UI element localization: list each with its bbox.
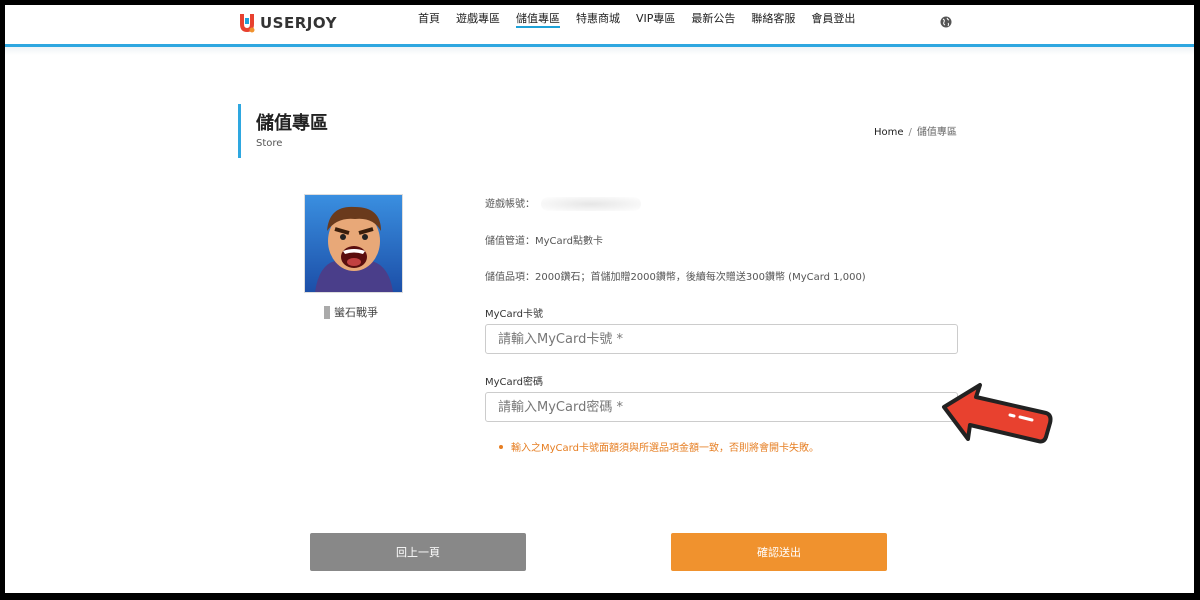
notice-message: 輸入之MyCard卡號面額須與所選品項金額一致，否則將會開卡失敗。 [499, 439, 819, 454]
back-button[interactable]: 回上一頁 [310, 533, 526, 571]
title-accent-bar [238, 104, 241, 158]
breadcrumb-current: 儲值專區 [916, 127, 957, 138]
notice-bullet [499, 444, 503, 449]
nav-support[interactable]: 聯絡客服 [743, 5, 803, 45]
nav-home[interactable]: 首頁 [410, 5, 448, 45]
nav-news[interactable]: 最新公告 [683, 5, 743, 45]
breadcrumb-home[interactable]: Home [874, 127, 904, 138]
card-number-input[interactable] [485, 324, 958, 354]
purchase-item: 儲值品項：2000鑽石；首儲加贈2000鑽幣，後續每次贈送300鑽幣 (MyCa… [485, 272, 866, 283]
breadcrumb-separator: / [908, 127, 912, 138]
payment-channel: 儲值管道：MyCard點數卡 [485, 236, 603, 247]
game-character-illustration [305, 195, 402, 292]
account-row: 遊戲帳號： [485, 195, 641, 211]
nav-mall[interactable]: 特惠商城 [568, 5, 628, 45]
page-subtitle: Store [256, 138, 283, 149]
globe-icon[interactable] [940, 16, 952, 28]
game-image [304, 194, 403, 293]
site-header: USERJOY 首頁 遊戲專區 儲值專區 特惠商城 VIP專區 最新公告 聯絡客… [5, 5, 1194, 45]
header-shadow [5, 47, 1194, 55]
card-password-input[interactable] [485, 392, 958, 422]
page-frame: USERJOY 首頁 遊戲專區 儲值專區 特惠商城 VIP專區 最新公告 聯絡客… [5, 5, 1194, 593]
game-name-label: 蠻石戰爭 [324, 304, 378, 320]
game-name-marker [324, 305, 330, 319]
nav-store[interactable]: 儲值專區 [508, 5, 568, 45]
nav-vip[interactable]: VIP專區 [628, 5, 683, 45]
account-value-blurred [541, 197, 641, 211]
card-number-label: MyCard卡號 [485, 309, 543, 320]
nav-logout[interactable]: 會員登出 [803, 5, 863, 45]
logo-text: USERJOY [260, 14, 337, 32]
red-arrow-icon [942, 383, 1053, 444]
site-logo[interactable]: USERJOY [238, 11, 337, 35]
breadcrumb: Home / 儲值專區 [874, 123, 957, 138]
card-password-label: MyCard密碼 [485, 377, 543, 388]
notice-text: 輸入之MyCard卡號面額須與所選品項金額一致，否則將會開卡失敗。 [511, 443, 819, 454]
nav-games[interactable]: 遊戲專區 [448, 5, 508, 45]
confirm-button[interactable]: 確認送出 [671, 533, 887, 571]
account-label: 遊戲帳號： [485, 199, 535, 210]
page-title: 儲值專區 [256, 113, 328, 134]
userjoy-logo-icon [240, 14, 255, 33]
game-name: 蠻石戰爭 [334, 306, 378, 319]
main-nav: 首頁 遊戲專區 儲值專區 特惠商城 VIP專區 最新公告 聯絡客服 會員登出 [410, 5, 863, 45]
